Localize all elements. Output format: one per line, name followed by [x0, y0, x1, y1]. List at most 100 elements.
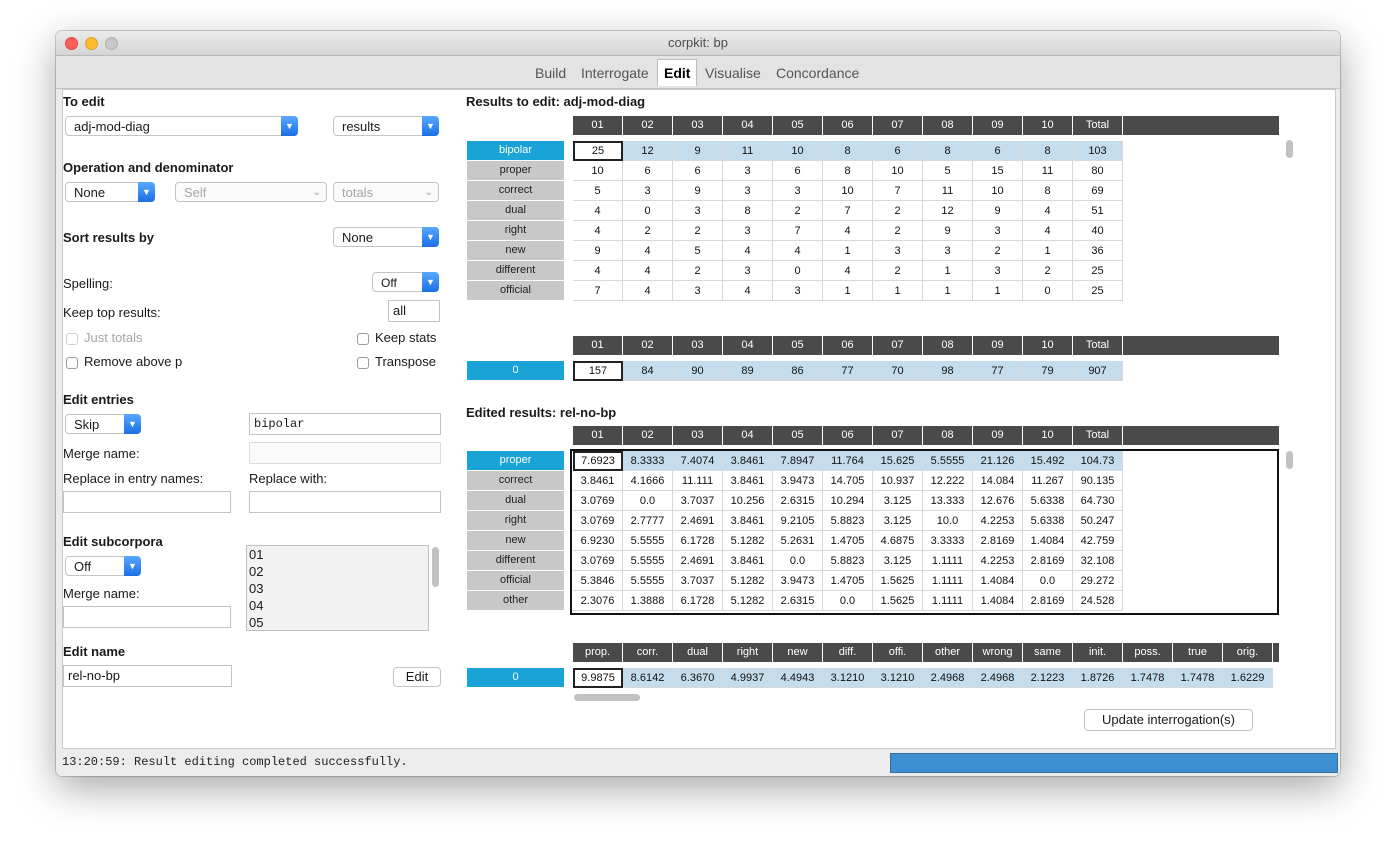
table-cell[interactable]: 79	[1023, 361, 1073, 381]
table-cell[interactable]: 2	[973, 241, 1023, 261]
replace-in-input[interactable]	[63, 491, 231, 513]
table-cell[interactable]: 8	[1023, 181, 1073, 201]
table-cell[interactable]: 3	[673, 281, 723, 301]
table-cell[interactable]: 3	[723, 161, 773, 181]
table-cell[interactable]: 2	[773, 201, 823, 221]
table-cell[interactable]: 5	[573, 181, 623, 201]
table-cell[interactable]: 8	[823, 161, 873, 181]
table-cell[interactable]: 10	[973, 181, 1023, 201]
column-header[interactable]: orig.	[1223, 643, 1273, 662]
table-cell[interactable]: 4	[723, 281, 773, 301]
row-label[interactable]: proper	[467, 161, 564, 180]
minimize-window-button[interactable]	[85, 37, 98, 50]
table-cell[interactable]: 7	[873, 181, 923, 201]
table-cell[interactable]: 4	[823, 221, 873, 241]
table-cell[interactable]: 10	[873, 161, 923, 181]
column-header[interactable]: 09	[973, 116, 1023, 135]
column-header[interactable]: new	[773, 643, 823, 662]
table-cell[interactable]: 4	[773, 241, 823, 261]
column-header[interactable]: 05	[773, 336, 823, 355]
column-header[interactable]: 02	[623, 336, 673, 355]
table-cell[interactable]: 3	[673, 201, 723, 221]
table-cell[interactable]: 3	[623, 181, 673, 201]
table-cell[interactable]: 9	[973, 201, 1023, 221]
column-header[interactable]: 07	[873, 336, 923, 355]
table-cell[interactable]: 4	[1023, 221, 1073, 241]
edited-totals-hscrollbar[interactable]	[574, 694, 640, 701]
table-cell[interactable]: 80	[1073, 161, 1123, 181]
subcorpora-merge-input[interactable]	[63, 606, 231, 628]
column-header[interactable]: Total	[1073, 336, 1123, 355]
column-header[interactable]: same	[1023, 643, 1073, 662]
table-cell[interactable]: 1	[823, 241, 873, 261]
table-cell[interactable]: 1.6229	[1223, 668, 1273, 688]
table-cell[interactable]: 6	[773, 161, 823, 181]
table-cell[interactable]: 3	[773, 281, 823, 301]
denominator-type-select[interactable]: totals ⌄	[333, 182, 439, 202]
tab-build[interactable]: Build	[533, 60, 568, 86]
column-header[interactable]: dual	[673, 643, 723, 662]
row-label[interactable]: bipolar	[467, 141, 564, 160]
table-cell[interactable]: 4.4943	[773, 668, 823, 688]
table-cell[interactable]: 3	[773, 181, 823, 201]
table-cell[interactable]: 6	[973, 141, 1023, 161]
table-cell[interactable]: 3.1210	[873, 668, 923, 688]
table-cell[interactable]: 7	[823, 201, 873, 221]
list-item[interactable]: 02	[247, 563, 428, 580]
column-header[interactable]: 05	[773, 116, 823, 135]
table-cell[interactable]: 8	[923, 141, 973, 161]
column-header[interactable]: 09	[973, 336, 1023, 355]
table-cell[interactable]: 70	[873, 361, 923, 381]
column-header[interactable]: wrong	[973, 643, 1023, 662]
table-cell[interactable]: 11	[923, 181, 973, 201]
column-header[interactable]: prop.	[573, 643, 623, 662]
list-item[interactable]: 04	[247, 597, 428, 614]
spelling-select[interactable]: Off ▼	[372, 272, 439, 292]
edited-scrollbar[interactable]	[1286, 451, 1293, 469]
row-label[interactable]: 0	[467, 668, 564, 687]
column-header[interactable]: 08	[923, 426, 973, 445]
table-cell[interactable]: 2	[873, 201, 923, 221]
table-cell[interactable]: 40	[1073, 221, 1123, 241]
table-cell[interactable]: 3	[723, 261, 773, 281]
tab-interrogate[interactable]: Interrogate	[579, 60, 651, 86]
row-label[interactable]: proper	[467, 451, 564, 470]
table-cell[interactable]: 2.4968	[923, 668, 973, 688]
edit-button[interactable]: Edit	[393, 667, 441, 687]
row-label[interactable]: 0	[467, 361, 564, 380]
table-cell[interactable]: 90	[673, 361, 723, 381]
column-header[interactable]: offi.	[873, 643, 923, 662]
subcorpora-list[interactable]: 01 02 03 04 05	[246, 545, 429, 631]
entries-input[interactable]: bipolar	[249, 413, 441, 435]
column-header[interactable]: 10	[1023, 116, 1073, 135]
column-header[interactable]: 01	[573, 336, 623, 355]
column-header[interactable]: 02	[623, 426, 673, 445]
table-cell[interactable]: 9	[923, 221, 973, 241]
table-cell[interactable]: 15	[973, 161, 1023, 181]
table-cell[interactable]: 4	[573, 261, 623, 281]
list-item[interactable]: 01	[247, 546, 428, 563]
table-cell[interactable]: 4	[623, 261, 673, 281]
column-header[interactable]: 03	[673, 116, 723, 135]
list-item[interactable]: 03	[247, 580, 428, 597]
table-cell[interactable]: 3	[973, 221, 1023, 241]
table-cell[interactable]: 9.9875	[573, 668, 623, 688]
table-cell[interactable]: 4.9937	[723, 668, 773, 688]
column-header[interactable]: 07	[873, 426, 923, 445]
row-label[interactable]: new	[467, 241, 564, 260]
table-cell[interactable]: 3	[873, 241, 923, 261]
table-cell[interactable]: 2	[1023, 261, 1073, 281]
row-label[interactable]: correct	[467, 181, 564, 200]
table-cell[interactable]: 77	[973, 361, 1023, 381]
row-label[interactable]: official	[467, 571, 564, 590]
table-cell[interactable]: 0	[1023, 281, 1073, 301]
table-cell[interactable]: 2	[623, 221, 673, 241]
table-cell[interactable]: 2.4968	[973, 668, 1023, 688]
column-header[interactable]: diff.	[823, 643, 873, 662]
table-cell[interactable]: 6.3670	[673, 668, 723, 688]
table-cell[interactable]: 6	[673, 161, 723, 181]
table-cell[interactable]: 103	[1073, 141, 1123, 161]
table-cell[interactable]: 25	[1073, 281, 1123, 301]
operation-select[interactable]: None ▼	[65, 182, 155, 202]
table-cell[interactable]: 1	[923, 261, 973, 281]
